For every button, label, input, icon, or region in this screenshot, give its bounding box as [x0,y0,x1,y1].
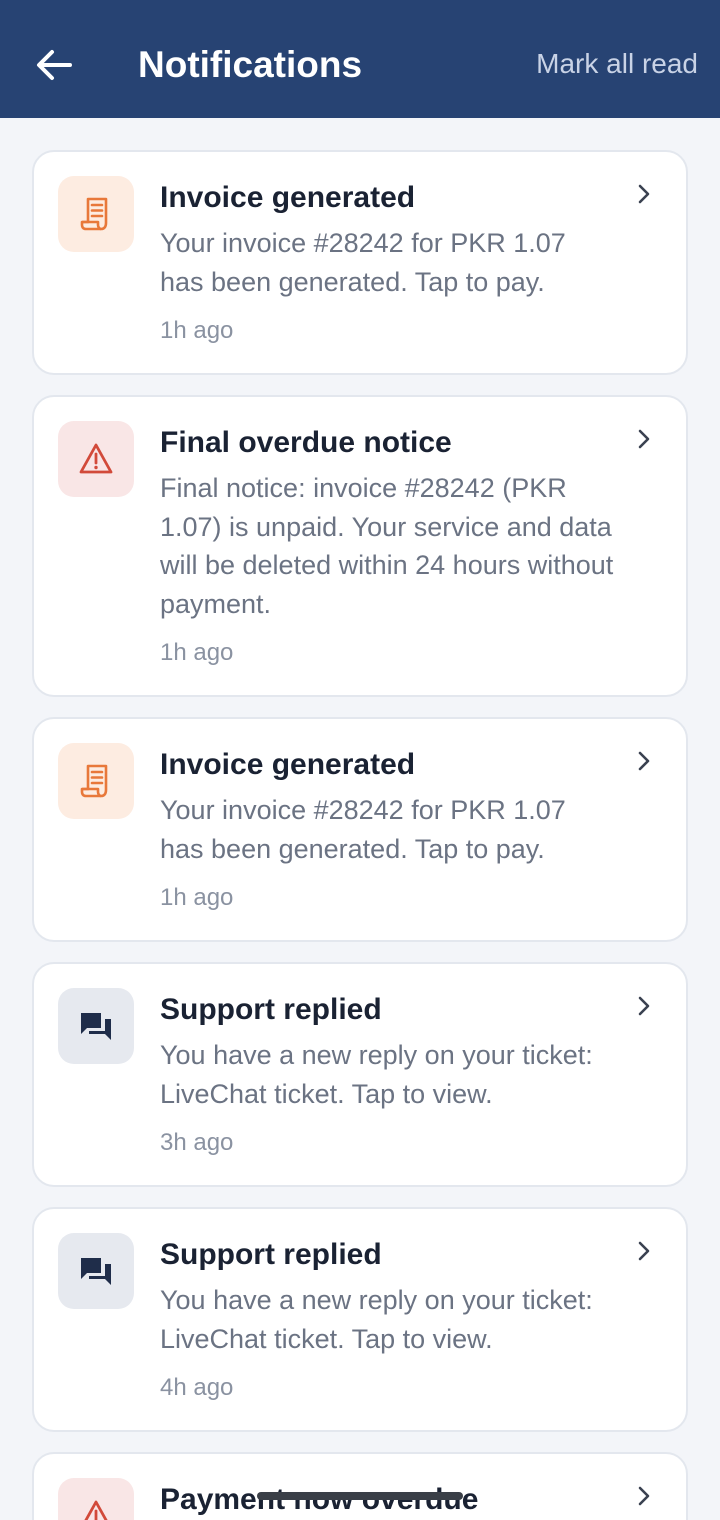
notification-body: Your invoice #28242 for PKR 1.07 has bee… [160,228,566,297]
icon-tile [58,988,134,1064]
notification-body: Final notice: invoice #28242 (PKR 1.07) … [160,473,614,619]
notification-card[interactable]: Final overdue notice Final notice: invoi… [32,395,688,697]
receipt-icon [80,197,108,231]
chevron-right-icon [638,996,650,1016]
notification-title: Invoice generated [160,748,416,781]
notification-card[interactable]: Payment now overdue [32,1452,688,1520]
icon-tile [58,1478,134,1520]
notification-body: Your invoice #28242 for PKR 1.07 has bee… [160,795,566,864]
notification-card[interactable]: Support replied You have a new reply on … [32,1207,688,1432]
icon-tile [58,421,134,497]
notification-time: 3h ago [160,1129,234,1156]
notification-title: Support replied [160,1238,382,1271]
chevron-right-icon [638,1241,650,1261]
notification-title: Payment now overdue [160,1483,478,1516]
back-button[interactable] [26,40,82,90]
notification-title: Support replied [160,993,382,1026]
warning-icon [79,443,113,474]
chevron-right-icon [638,751,650,771]
notification-time: 1h ago [160,317,234,344]
mark-all-read-button[interactable]: Mark all read [536,46,698,82]
icon-tile [58,176,134,252]
home-indicator[interactable] [257,1492,463,1500]
chevron-right-icon [638,1486,650,1506]
arrow-left-icon [37,50,72,80]
receipt-icon [80,764,108,798]
notification-card[interactable]: Invoice generated Your invoice #28242 fo… [32,717,688,942]
page-title: Notifications [138,44,363,85]
notification-card[interactable]: Invoice generated Your invoice #28242 fo… [32,150,688,375]
notification-time: 1h ago [160,639,234,666]
warning-icon [84,1500,108,1520]
notification-body: You have a new reply on your ticket: Liv… [160,1040,593,1109]
notification-title: Final overdue notice [160,426,452,459]
chat-icon [81,1258,111,1285]
notification-card[interactable]: Support replied You have a new reply on … [32,962,688,1187]
chevron-right-icon [638,184,650,204]
notification-title: Invoice generated [160,181,416,214]
chevron-right-icon [638,429,650,449]
notification-list: Invoice generated Your invoice #28242 fo… [32,150,688,1520]
icon-tile [58,1233,134,1309]
notification-time: 4h ago [160,1374,234,1401]
app-bar: Notifications Mark all read [0,0,720,118]
notifications-screen: Notifications Mark all read Invoice gene… [0,0,720,1520]
notification-time: 1h ago [160,884,234,911]
chat-icon [81,1013,111,1040]
notification-body: You have a new reply on your ticket: Liv… [160,1285,593,1354]
icon-tile [58,743,134,819]
